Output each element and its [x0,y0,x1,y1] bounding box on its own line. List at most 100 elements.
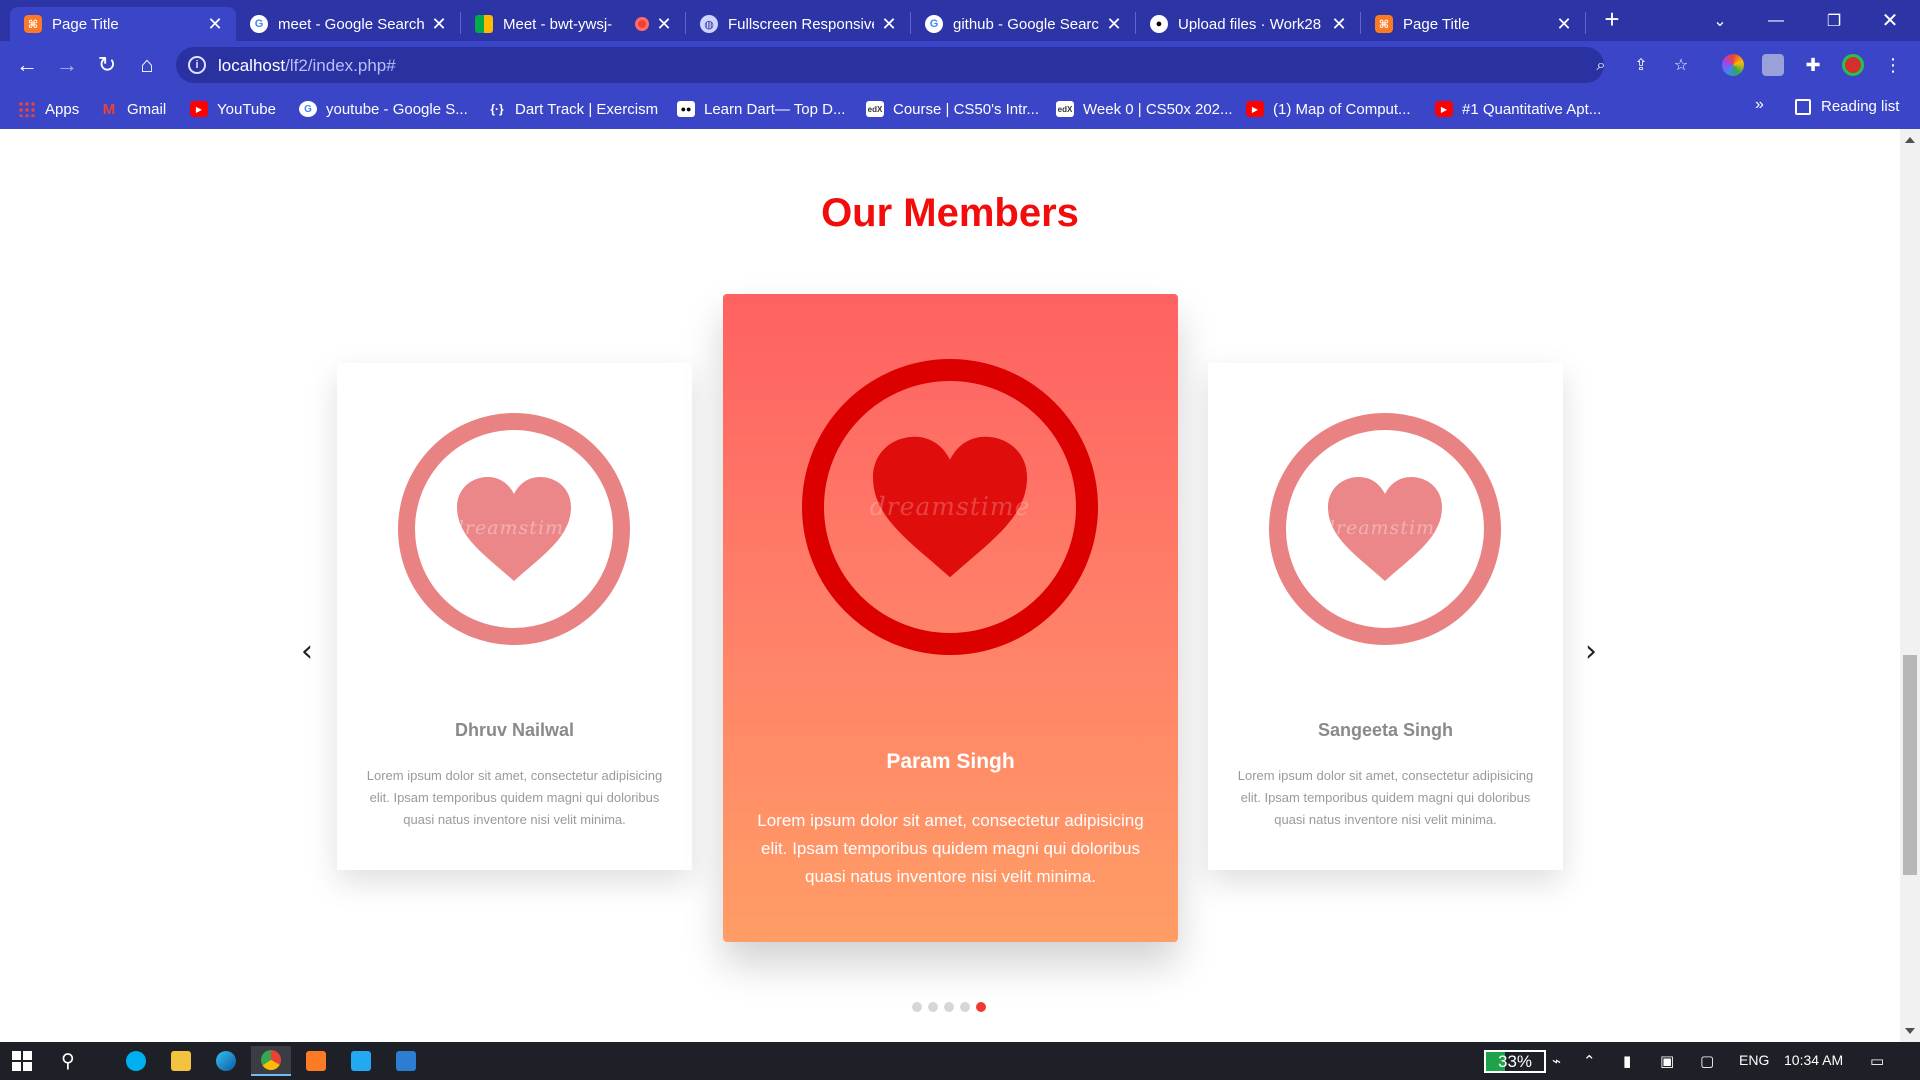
google-meet-icon [475,15,493,33]
close-tab-icon[interactable]: ✕ [206,15,224,33]
language-indicator[interactable]: ENG [1739,1052,1769,1068]
restore-button[interactable]: ❐ [1806,0,1862,41]
member-logo: dreamstime [1269,413,1501,645]
bookmark-dart-track[interactable]: {·} Dart Track | Exercism [488,98,658,120]
close-tab-icon[interactable]: ✕ [430,15,448,33]
pagination-dot[interactable] [928,1002,938,1012]
show-hidden-icons-chevron-icon[interactable]: ⌃ [1583,1052,1596,1070]
address-bar[interactable]: i localhost/lf2/index.php# ⌕ ⇪ ☆ [176,47,1688,83]
reload-button[interactable]: ↻ [91,49,123,81]
member-card[interactable]: dreamstime Dhruv Nailwal Lorem ipsum dol… [337,363,692,870]
tab-fullscreen-responsive[interactable]: ◍ Fullscreen Responsive ✕ [686,7,910,41]
pagination-dot[interactable] [944,1002,954,1012]
battery-indicator[interactable]: 33% [1484,1050,1546,1073]
back-button[interactable]: ← [11,49,43,81]
url-text[interactable]: localhost/lf2/index.php# [218,56,396,76]
extensions-puzzle-icon[interactable]: ✚ [1802,54,1824,76]
member-name: Param Singh [886,750,1015,773]
close-tab-icon[interactable]: ✕ [655,15,673,33]
site-info-icon[interactable]: i [188,56,206,74]
tab-github-google-search[interactable]: G github - Google Searc ✕ [911,7,1135,41]
bookmark-label: Week 0 | CS50x 202... [1083,100,1233,118]
vscode-icon [351,1051,371,1071]
pagination-dot-active[interactable] [976,1002,986,1012]
reading-list-button[interactable]: Reading list [1795,98,1899,115]
scroll-down-arrow-icon[interactable] [1905,1028,1915,1034]
power-plug-icon: ⌁ [1552,1053,1562,1070]
taskbar-vscode[interactable] [341,1046,381,1076]
home-button[interactable]: ⌂ [131,49,163,81]
member-card-active[interactable]: dreamstime Param Singh Lorem ipsum dolor… [723,294,1178,942]
tab-meet-google-search[interactable]: G meet - Google Search ✕ [236,7,460,41]
bookmark-star-icon[interactable]: ☆ [1670,55,1692,77]
minimize-button[interactable]: — [1748,0,1804,41]
member-logo: dreamstime [802,359,1098,655]
tab-google-meet[interactable]: Meet - bwt-ywsj- ✕ [461,7,685,41]
member-description: Lorem ipsum dolor sit amet, consectetur … [757,811,1144,886]
youtube-icon: ▶ [1435,101,1453,117]
color-picker-extension-icon[interactable] [1722,54,1744,76]
start-button[interactable] [2,1046,42,1076]
bookmark-cs50-course[interactable]: edX Course | CS50's Intr... [866,98,1039,120]
pagination-dot[interactable] [960,1002,970,1012]
bookmark-youtube-google-search[interactable]: Gyoutube - Google S... [299,98,468,120]
close-tab-icon[interactable]: ✕ [1330,15,1348,33]
bookmark-gmail[interactable]: M Gmail [100,98,166,120]
clock[interactable]: 10:34 AM [1784,1052,1843,1068]
tab-title: Page Title [1403,15,1470,33]
notifications-icon[interactable]: ▭ [1870,1052,1884,1070]
browser-menu-icon[interactable]: ⋮ [1882,54,1904,76]
forward-button[interactable]: → [51,49,83,81]
youtube-icon: ▶ [190,101,208,117]
google-icon: G [925,15,943,33]
share-icon[interactable]: ⇪ [1630,55,1652,77]
bookmark-label: Dart Track | Exercism [515,100,659,118]
close-tab-icon[interactable]: ✕ [1555,15,1573,33]
taskbar-photos[interactable] [386,1046,426,1076]
close-tab-icon[interactable]: ✕ [880,15,898,33]
tab-title: github - Google Searc [953,15,1099,33]
photos-icon [396,1051,416,1071]
search-button[interactable]: ⚲ [48,1046,88,1076]
carousel-next-arrow-icon[interactable]: › [1577,637,1605,667]
zoom-icon[interactable]: ⌕ [1590,55,1612,77]
taskbar-file-explorer[interactable] [161,1046,201,1076]
apps-grid-icon [18,101,36,117]
meet-now-icon[interactable]: ▣ [1660,1052,1674,1070]
pagination-dot[interactable] [912,1002,922,1012]
new-tab-button[interactable]: + [1600,6,1624,32]
tab-page-title-2[interactable]: ⌘ Page Title ✕ [1361,7,1585,41]
bookmarks-overflow-button[interactable]: » [1755,96,1764,114]
globe-icon: ◍ [700,15,718,33]
scrollbar-thumb[interactable] [1903,655,1917,875]
bookmark-apps[interactable]: Apps [18,98,79,120]
browser-toolbar: ← → ↻ ⌂ i localhost/lf2/index.php# ⌕ ⇪ ☆… [0,41,1920,89]
member-card[interactable]: dreamstime Sangeeta Singh Lorem ipsum do… [1208,363,1563,870]
tab-upload-files[interactable]: ● Upload files · Work28 ✕ [1136,7,1360,41]
bookmark-learn-dart[interactable]: ●● Learn Dart— Top D... [677,98,845,120]
bookmark-quantitative-apt[interactable]: ▶ #1 Quantitative Apt... [1435,98,1601,120]
scroll-up-arrow-icon[interactable] [1905,137,1915,143]
vertical-scrollbar[interactable] [1900,129,1920,1042]
taskbar-edge[interactable] [206,1046,246,1076]
github-icon: ● [1150,15,1168,33]
reading-list-icon [1795,98,1811,115]
bookmark-youtube[interactable]: ▶ YouTube [190,98,276,120]
bookmark-label: #1 Quantitative Apt... [1462,100,1602,118]
extension-icon[interactable] [1762,54,1784,76]
carousel-prev-arrow-icon[interactable]: ‹ [293,637,321,667]
taskbar-skype[interactable] [116,1046,156,1076]
close-tab-icon[interactable]: ✕ [1105,15,1123,33]
taskbar-chrome[interactable] [251,1046,291,1076]
tab-search-chevron-icon[interactable]: ⌄ [1692,0,1748,41]
bookmark-cs50x-week0[interactable]: edX Week 0 | CS50x 202... [1056,98,1233,120]
profile-avatar-icon[interactable] [1842,54,1864,76]
bookmark-map-of-computer[interactable]: ▶ (1) Map of Comput... [1246,98,1411,120]
microphone-icon[interactable]: ▮ [1623,1052,1631,1070]
bookmark-label: Course | CS50's Intr... [893,100,1039,118]
close-window-button[interactable]: ✕ [1862,0,1918,41]
display-icon[interactable]: ▢ [1700,1052,1714,1070]
tab-title: Fullscreen Responsive [728,15,874,33]
taskbar-xampp[interactable] [296,1046,336,1076]
tab-page-title[interactable]: ⌘ Page Title ✕ [10,7,236,41]
